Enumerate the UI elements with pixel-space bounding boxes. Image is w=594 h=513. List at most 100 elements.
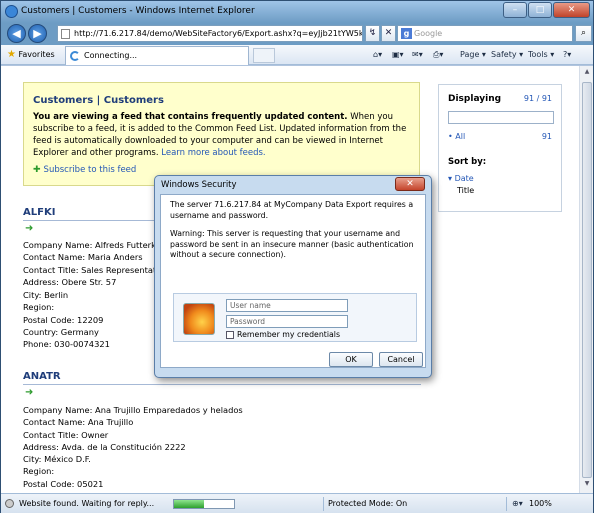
ok-button[interactable]: OK [329, 352, 373, 367]
sort-by-label: Sort by: [448, 157, 487, 167]
dialog-close-button[interactable]: ✕ [395, 177, 425, 191]
status-text: Website found. Waiting for reply... [19, 499, 155, 508]
search-input[interactable]: g Google [397, 25, 573, 42]
remember-label: Remember my credentials [237, 330, 341, 339]
entry-field: Contact Title: Owner [23, 430, 109, 440]
entry-field: Contact Name: Ana Trujillo [23, 417, 134, 427]
feed-bold-text: You are viewing a feed that contains fre… [33, 112, 348, 122]
cancel-button[interactable]: Cancel [379, 352, 423, 367]
zone-icon[interactable]: ⊕▾ [512, 499, 523, 508]
entry-divider [23, 384, 421, 385]
loading-icon [70, 51, 80, 61]
entry-field: Contact Title: Sales Representative [23, 265, 169, 275]
status-separator [506, 497, 507, 511]
entry-field: City: Berlin [23, 290, 69, 300]
tools-menu[interactable]: Tools ▾ [528, 50, 554, 59]
favorites-bar: ★ Favorites Connecting... ⌂▾ ▣▾ ✉▾ ⎙▾ Pa… [1, 45, 593, 65]
entry-field: Country: Germany [23, 327, 99, 337]
zoom-level[interactable]: 100% [529, 499, 552, 508]
progress-bar [173, 499, 235, 509]
username-input[interactable]: User name [226, 299, 348, 312]
mail-icon[interactable]: ✉▾ [412, 50, 423, 59]
status-separator [323, 497, 324, 511]
entry-field: Address: Avda. de la Constitución 2222 [23, 442, 186, 452]
scroll-up-icon[interactable]: ▲ [582, 68, 592, 80]
subscribe-icon: ✚ [33, 165, 41, 175]
dialog-message-server: The server 71.6.217.84 at MyCompany Data… [170, 200, 414, 220]
feed-sidebar: Displaying 91 / 91 • All 91 Sort by: ▾ D… [438, 84, 562, 212]
search-icon[interactable]: ⌕ [575, 25, 592, 42]
close-button[interactable]: ✕ [553, 2, 590, 18]
scroll-down-icon[interactable]: ▼ [582, 480, 592, 492]
new-tab-button[interactable] [253, 48, 275, 63]
page-icon [61, 29, 70, 39]
subscribe-label: Subscribe to this feed [43, 165, 137, 175]
dialog-body: The server 71.6.217.84 at MyCompany Data… [160, 194, 426, 368]
minimize-button[interactable]: – [503, 2, 527, 18]
page-menu[interactable]: Page ▾ [460, 50, 486, 59]
favorites-label: Favorites [18, 50, 55, 59]
search-placeholder: Google [414, 29, 443, 38]
feed-description: You are viewing a feed that contains fre… [33, 111, 418, 159]
feed-title: Customers | Customers [33, 95, 164, 106]
favorites-button[interactable]: ★ Favorites [7, 49, 55, 60]
filter-input[interactable] [448, 111, 554, 124]
entry-field: Contact Name: Maria Anders [23, 252, 143, 262]
dialog-message-warning: Warning: This server is requesting that … [170, 229, 414, 259]
password-input[interactable]: Password [226, 315, 348, 328]
learn-more-link[interactable]: Learn more about feeds. [161, 148, 265, 158]
filter-all-count: 91 [541, 132, 552, 141]
displaying-count: 91 / 91 [523, 94, 552, 103]
forward-button[interactable]: ▶ [28, 24, 47, 43]
security-dialog: Windows Security ✕ The server 71.6.217.8… [154, 175, 432, 378]
tab-connecting[interactable]: Connecting... [65, 46, 249, 65]
entry-field: Postal Code: 05021 [23, 479, 104, 489]
filter-all-label: All [455, 132, 466, 141]
entry-heading[interactable]: ANATR [23, 371, 61, 382]
feed-banner: Customers | Customers You are viewing a … [23, 82, 420, 186]
sort-title[interactable]: Title [457, 186, 474, 195]
address-url: http://71.6.217.84/demo/WebSiteFactory6/… [74, 29, 362, 38]
entry-field: Address: Obere Str. 57 [23, 277, 117, 287]
protected-mode[interactable]: Protected Mode: On [328, 499, 407, 508]
entry-field: Region: [23, 466, 55, 476]
dialog-title: Windows Security [161, 180, 237, 190]
filter-all[interactable]: • All [448, 132, 465, 141]
address-toolbar: ◀ ▶ http://71.6.217.84/demo/WebSiteFacto… [1, 23, 593, 45]
entry-field: City: México D.F. [23, 454, 91, 464]
sort-date-label: Date [454, 174, 474, 183]
print-icon[interactable]: ⎙▾ [433, 50, 443, 60]
status-bar: Website found. Waiting for reply... Prot… [1, 493, 593, 513]
checkbox-icon [226, 331, 234, 339]
help-menu[interactable]: ?▾ [563, 50, 571, 59]
arrow-icon[interactable]: ➜ [25, 223, 33, 234]
feeds-icon[interactable]: ▣▾ [392, 50, 404, 59]
vertical-scrollbar[interactable]: ▲ ▼ [579, 66, 593, 494]
stop-icon[interactable]: ✕ [381, 25, 396, 42]
entry-field: Phone: 030-0074321 [23, 339, 110, 349]
user-avatar-icon [183, 303, 215, 335]
sort-date[interactable]: ▾ Date [448, 174, 474, 183]
entry-field: Postal Code: 12209 [23, 315, 104, 325]
safety-menu[interactable]: Safety ▾ [491, 50, 523, 59]
google-icon: g [401, 28, 412, 39]
remember-checkbox[interactable]: Remember my credentials [226, 330, 340, 339]
refresh-icon[interactable]: ↯ [365, 25, 380, 42]
title-bar: Customers | Customers - Windows Internet… [1, 1, 593, 23]
home-icon[interactable]: ⌂▾ [373, 50, 382, 59]
ie-logo-icon [5, 5, 18, 18]
maximize-button[interactable]: □ [528, 2, 552, 18]
scroll-thumb[interactable] [582, 82, 592, 478]
arrow-icon[interactable]: ➜ [25, 387, 33, 398]
displaying-label: Displaying [448, 94, 502, 104]
window-title: Customers | Customers - Windows Internet… [21, 6, 255, 16]
progress-fill [174, 500, 204, 508]
entry-heading[interactable]: ALFKI [23, 207, 55, 218]
address-field[interactable]: http://71.6.217.84/demo/WebSiteFactory6/… [57, 25, 363, 42]
back-button[interactable]: ◀ [7, 24, 26, 43]
entry-field: Company Name: Ana Trujillo Emparedados y… [23, 405, 243, 415]
star-icon: ★ [7, 49, 16, 60]
tab-label: Connecting... [84, 51, 138, 60]
subscribe-link[interactable]: ✚ Subscribe to this feed [33, 165, 136, 175]
entry-field: Region: [23, 302, 55, 312]
